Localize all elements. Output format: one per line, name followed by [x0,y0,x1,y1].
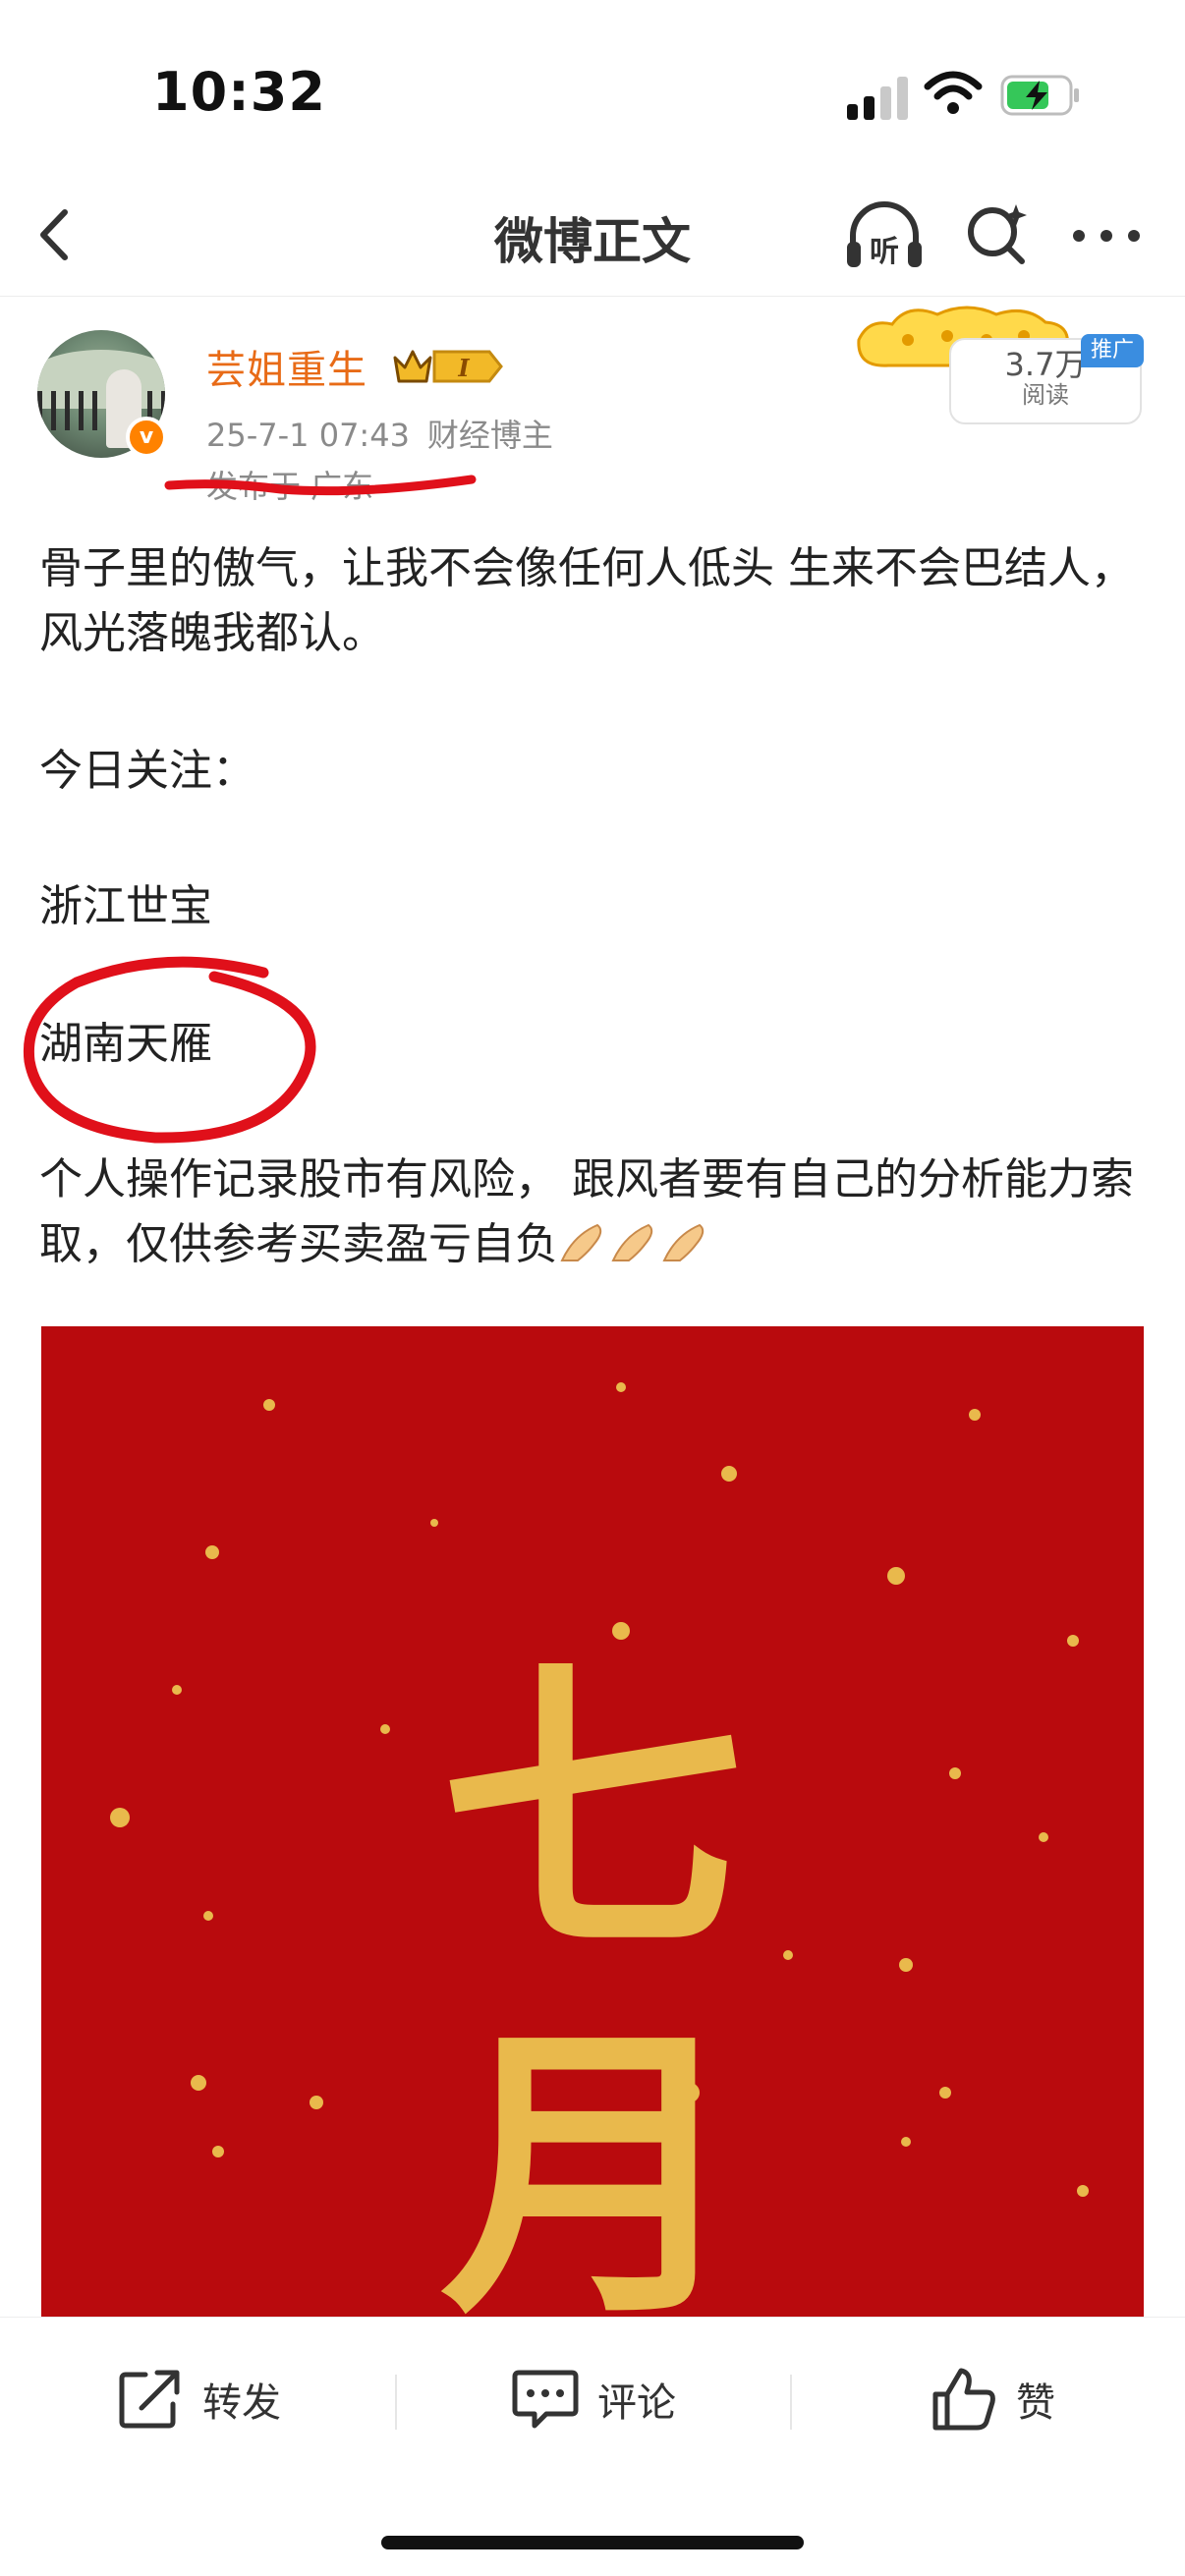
pray-hands-emoji-icon [560,1223,602,1261]
post-paragraph-2: 今日关注： [39,746,255,796]
member-level: I [457,354,470,382]
comment-label: 评论 [597,2380,676,2426]
wifi-icon [924,71,983,114]
search-icon[interactable] [963,200,1032,269]
image-title-char-2: 月 [440,1997,745,2319]
promo-tag: 推广 [1081,334,1144,367]
red-marker-underline [164,475,477,496]
comment-button[interactable]: 评论 [511,2365,676,2434]
post-date: 25-7-1 07:43 [206,417,410,454]
repost-icon [119,2370,180,2429]
cellular-signal-icon [847,77,910,120]
author-name[interactable]: 芸姐重生 [206,338,367,395]
repost-label: 转发 [202,2380,281,2426]
pray-hands-emoji-icon [611,1223,653,1261]
listen-label: 听 [870,235,899,269]
battery-charging-icon [1000,75,1079,116]
more-options-icon[interactable] [1071,224,1142,246]
comment-icon [512,2370,579,2429]
thumbs-up-icon [932,2368,995,2431]
action-divider [790,2375,792,2430]
post-meta: 25-7-1 07:43 财经博主 [206,411,553,456]
author-tag: 财经博主 [426,417,553,454]
home-indicator[interactable] [381,2536,804,2549]
member-crown-badge-icon[interactable]: I [391,344,505,389]
image-title-char-1: 七 [440,1634,745,1991]
post-disclaimer: 个人操作记录股市有风险， 跟风者要有自己的分析能力索取，仅供参考买卖盈亏自负 [39,1148,1150,1277]
repost-button[interactable]: 转发 [116,2365,281,2434]
stock-item-1: 浙江世宝 [39,881,212,931]
post-image[interactable]: 七 月 [41,1326,1144,2319]
pray-hands-emoji-icon [662,1223,705,1261]
read-count-label: 阅读 [1022,381,1069,409]
verified-badge-icon: v [126,417,167,458]
like-label: 赞 [1016,2380,1055,2426]
action-divider [395,2375,397,2430]
post-paragraph-1: 骨子里的傲气，让我不会像任何人低头 生来不会巴结人，风光落魄我都认。 [39,543,1134,658]
status-bar: 10:32 [0,0,1185,177]
status-time: 10:32 [152,61,326,123]
red-marker-circle [23,956,316,1144]
bottom-action-bar: 转发 评论 赞 [0,2317,1185,2576]
navigation-bar: 微博正文 听 [0,177,1185,297]
like-button[interactable]: 赞 [930,2365,1055,2434]
listen-headphones-icon[interactable]: 听 [843,198,926,273]
